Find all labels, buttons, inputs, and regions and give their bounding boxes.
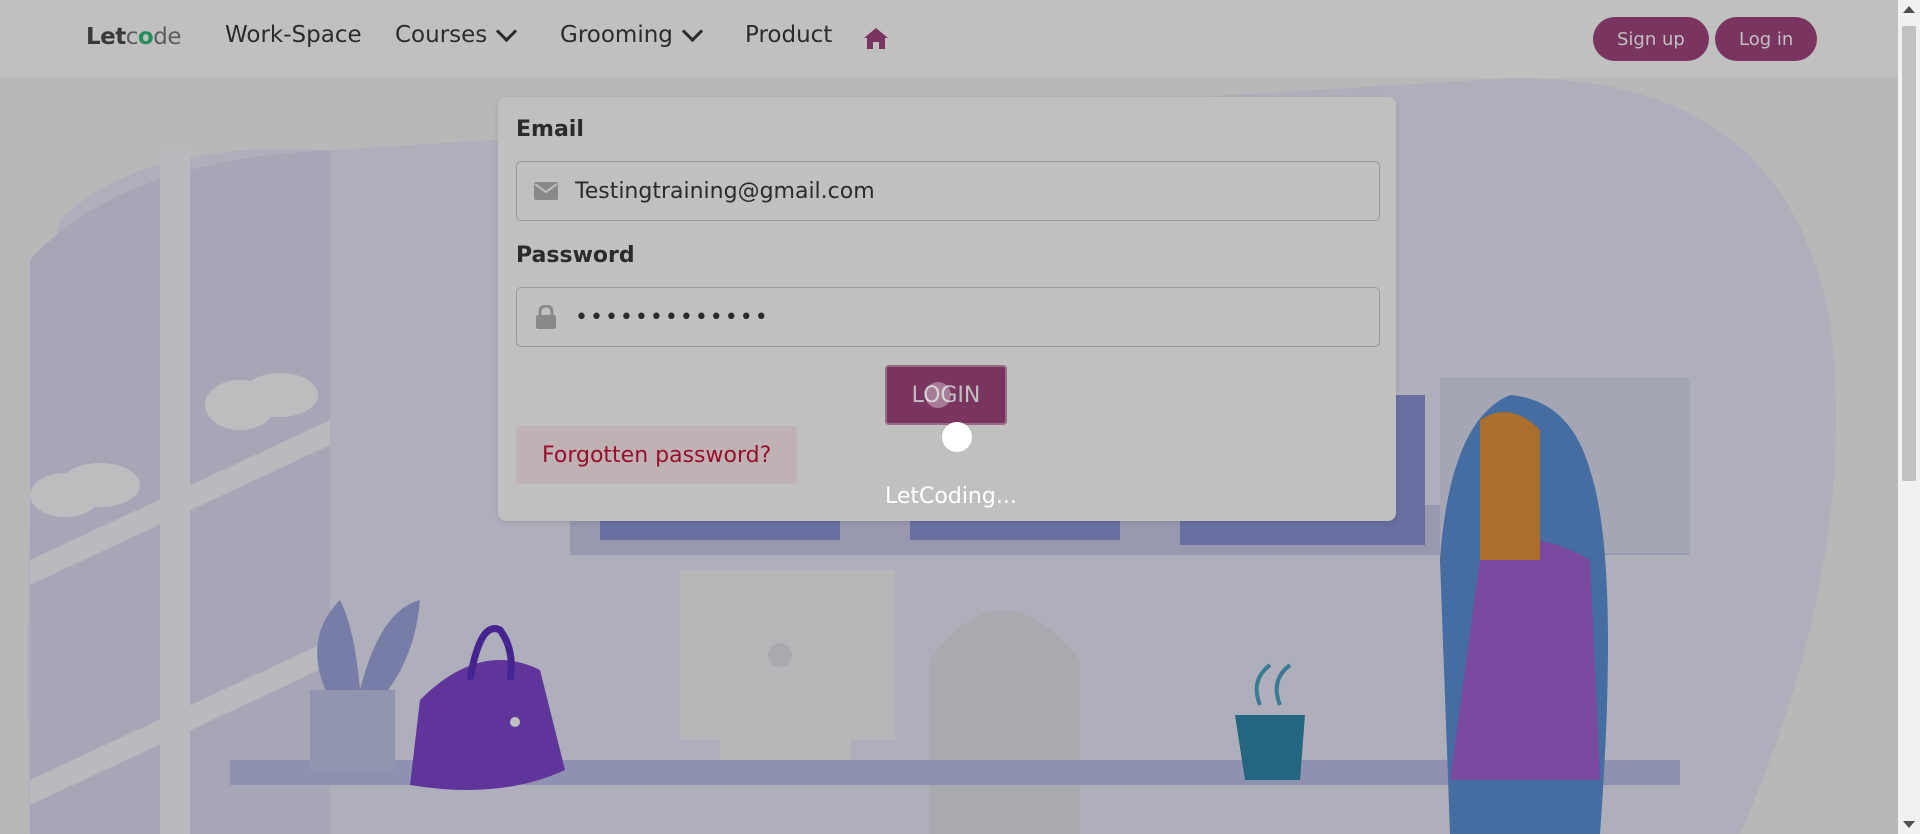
loader-dot [925,382,951,408]
scroll-up-arrow[interactable] [1903,6,1915,13]
loading-overlay [0,0,1898,834]
page-scrollbar[interactable] [1898,0,1920,834]
loader-text: LetCoding... [885,484,1017,509]
scroll-down-arrow[interactable] [1903,821,1915,828]
scroll-thumb[interactable] [1902,26,1916,481]
loader-dot [942,422,972,452]
